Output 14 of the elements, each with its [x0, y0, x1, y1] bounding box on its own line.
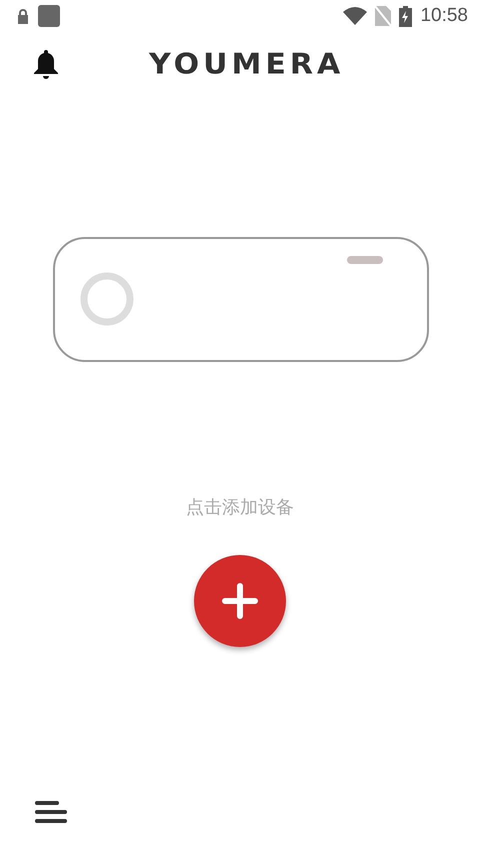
add-device-hint: 点击添加设备: [185, 496, 295, 519]
add-device-button[interactable]: [194, 555, 286, 647]
menu-icon[interactable]: [34, 800, 68, 824]
ring-icon: [80, 272, 134, 326]
status-time: 10:58: [420, 4, 468, 28]
no-sim-icon: [375, 6, 392, 26]
battery-icon: [399, 6, 412, 26]
indicator-bar-icon: [347, 256, 383, 264]
app-logo: YOUMERA: [149, 46, 344, 83]
wifi-icon: [343, 7, 368, 25]
lock-icon: [16, 8, 30, 24]
notification-bell-icon[interactable]: [33, 49, 59, 79]
plus-icon: [222, 583, 258, 619]
app-icon: [38, 5, 60, 27]
